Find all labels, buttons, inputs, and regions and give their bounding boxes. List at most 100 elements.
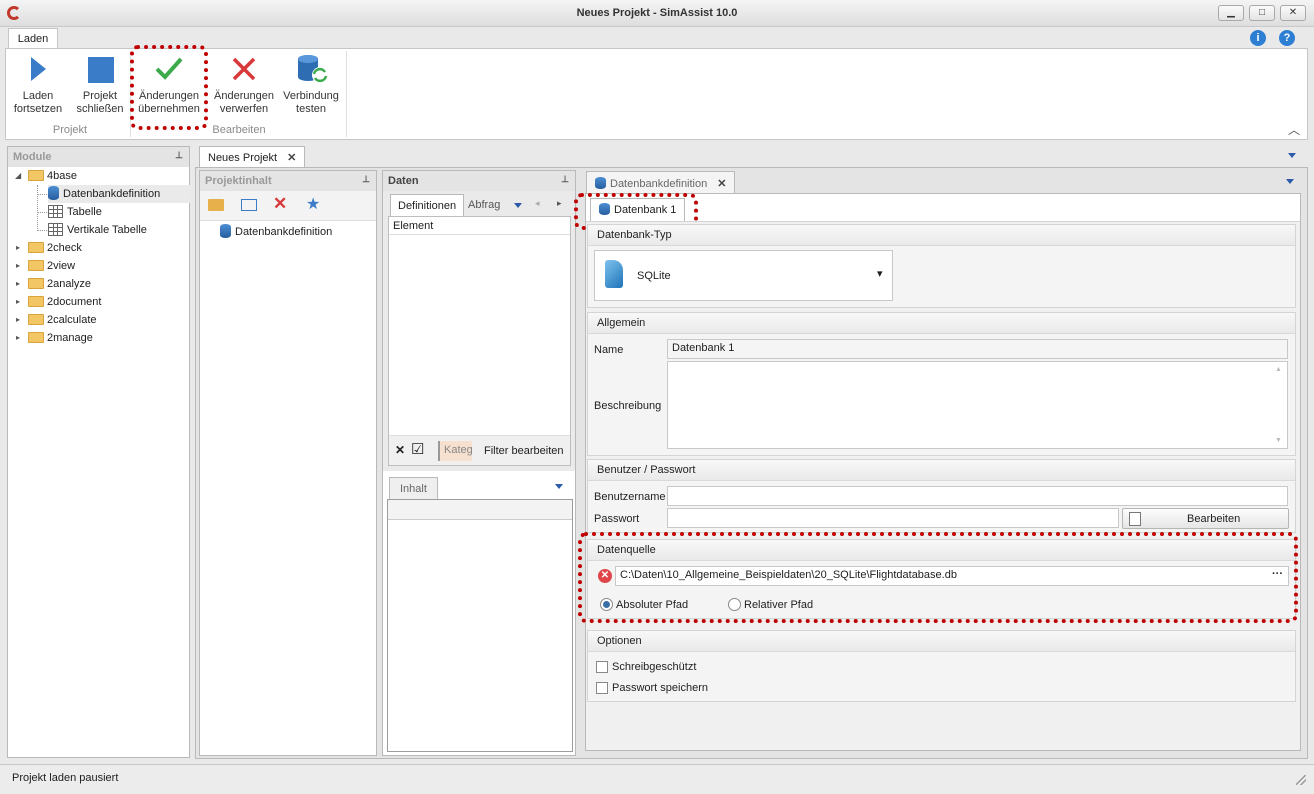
rename-icon[interactable] bbox=[241, 199, 257, 211]
projekt-schliessen-line2: schließen bbox=[76, 103, 124, 115]
inhalt-dropdown-icon[interactable] bbox=[555, 484, 563, 489]
db-type-select[interactable]: SQLite ▾ bbox=[594, 250, 893, 301]
element-grid: Element ✕ ☑ Kateg Filter bearbeiten bbox=[388, 216, 571, 466]
tab-label: Inhalt bbox=[400, 483, 427, 495]
datenquelle-path-field[interactable]: C:\Daten\10_Allgemeine_Beispieldaten\20_… bbox=[615, 566, 1289, 586]
collapse-ribbon-icon[interactable]: ︿ bbox=[1288, 121, 1300, 138]
maximize-button[interactable]: □ bbox=[1249, 5, 1275, 21]
expand-arrow-icon[interactable]: ▸ bbox=[16, 275, 20, 293]
projektinhalt-item[interactable]: Datenbankdefinition bbox=[220, 223, 332, 241]
section-optionen: Optionen Schreibgeschützt Passwort speic… bbox=[587, 630, 1296, 702]
name-field[interactable]: Datenbank 1 bbox=[667, 339, 1288, 359]
tree-label: 4base bbox=[47, 170, 77, 182]
tree-item-2manage[interactable]: ▸ 2manage bbox=[15, 329, 93, 347]
delete-icon[interactable]: ✕ bbox=[273, 194, 287, 214]
tree-item-2check[interactable]: ▸ 2check bbox=[15, 239, 82, 257]
projektinhalt-item-label: Datenbankdefinition bbox=[235, 226, 333, 238]
close-button[interactable]: ✕ bbox=[1280, 5, 1306, 21]
tab-label: Definitionen bbox=[398, 200, 457, 212]
filter-enabled-checkbox[interactable]: ☑ bbox=[411, 440, 424, 458]
bearbeiten-button[interactable]: Bearbeiten bbox=[1122, 508, 1289, 529]
status-text: Projekt laden pausiert bbox=[12, 772, 119, 784]
clear-filter-icon[interactable]: ✕ bbox=[395, 443, 405, 457]
status-bar: Projekt laden pausiert bbox=[0, 764, 1314, 794]
database-icon bbox=[595, 177, 606, 190]
module-panel: Module ⊥ ◢ 4base Datenbankdefinition Tab… bbox=[7, 146, 190, 758]
expand-arrow-icon[interactable]: ▸ bbox=[16, 293, 20, 311]
tree-item-vertikale-tabelle[interactable]: Vertikale Tabelle bbox=[48, 221, 147, 239]
tab-label: Datenbankdefinition bbox=[610, 178, 708, 190]
tree-item-datenbankdefinition[interactable]: Datenbankdefinition bbox=[48, 185, 190, 203]
table-icon bbox=[48, 204, 63, 218]
aenderungen-verwerfen-button[interactable]: Änderungen verwerfen bbox=[209, 53, 279, 116]
radio-relativer-pfad[interactable] bbox=[728, 598, 741, 611]
tree-item-2analyze[interactable]: ▸ 2analyze bbox=[15, 275, 91, 293]
daten-title: Daten ⊥ bbox=[383, 171, 575, 191]
element-column-header[interactable]: Element bbox=[389, 217, 570, 235]
doc-tab-neues-projekt[interactable]: Neues Projekt ✕ bbox=[199, 146, 306, 168]
tab-abfrag[interactable]: Abfrag bbox=[468, 199, 500, 211]
minimize-button[interactable]: ▁ bbox=[1218, 5, 1244, 21]
benutzername-field[interactable] bbox=[667, 486, 1288, 506]
kategorie-chip[interactable]: Kateg bbox=[438, 441, 472, 461]
aenderungen-uebernehmen-button[interactable]: Änderungen übernehmen bbox=[134, 53, 204, 116]
open-folder-icon[interactable] bbox=[208, 199, 224, 211]
tab-definitionen[interactable]: Definitionen bbox=[390, 194, 465, 216]
info-icon[interactable]: i bbox=[1250, 30, 1266, 46]
projekt-schliessen-button[interactable]: Projekt schließen bbox=[72, 53, 128, 116]
tree-item-2calculate[interactable]: ▸ 2calculate bbox=[15, 311, 97, 329]
tab-datenbankdefinition[interactable]: Datenbankdefinition ✕ bbox=[586, 171, 736, 194]
tab-scroll-left-icon[interactable]: ◂ bbox=[535, 198, 540, 209]
section-allgemein: Allgemein Name Datenbank 1 Beschreibung … bbox=[587, 312, 1296, 456]
expand-arrow-icon[interactable]: ▸ bbox=[16, 311, 20, 329]
database-error-icon bbox=[599, 203, 610, 216]
favorite-star-icon[interactable]: ★ bbox=[306, 194, 320, 214]
aenderungen-verwerfen-line1: Änderungen bbox=[214, 90, 274, 102]
tree-item-tabelle[interactable]: Tabelle bbox=[48, 203, 102, 221]
schreibgeschuetzt-checkbox[interactable] bbox=[596, 661, 608, 673]
group-label-bearbeiten: Bearbeiten bbox=[212, 124, 266, 136]
tree-item-2view[interactable]: ▸ 2view bbox=[15, 257, 75, 275]
tab-inhalt[interactable]: Inhalt bbox=[389, 477, 438, 499]
expand-arrow-icon[interactable]: ▸ bbox=[16, 257, 20, 275]
pin-icon[interactable]: ⊥ bbox=[561, 174, 569, 185]
close-tab-icon[interactable]: ✕ bbox=[717, 178, 726, 190]
editor-tabs-dropdown-icon[interactable] bbox=[1286, 179, 1294, 184]
help-icon[interactable]: ? bbox=[1279, 30, 1295, 46]
tree-label: Vertikale Tabelle bbox=[67, 224, 147, 236]
schreibgeschuetzt-label: Schreibgeschützt bbox=[612, 661, 697, 673]
tab-scroll-right-icon[interactable]: ▸ bbox=[557, 198, 562, 209]
radio-absoluter-pfad[interactable] bbox=[600, 598, 613, 611]
passwort-field[interactable] bbox=[667, 508, 1119, 528]
section-header: Benutzer / Passwort bbox=[588, 460, 1295, 481]
scroll-up-icon[interactable]: ▲ bbox=[1275, 366, 1282, 373]
folder-icon bbox=[28, 259, 44, 271]
vertical-table-icon bbox=[48, 222, 63, 236]
section-header: Optionen bbox=[588, 631, 1295, 652]
scroll-down-icon[interactable]: ▼ bbox=[1275, 437, 1282, 444]
tree-item-4base[interactable]: ◢ 4base bbox=[15, 167, 77, 185]
filter-edit-link[interactable]: Filter bearbeiten bbox=[484, 445, 564, 457]
expand-arrow-icon[interactable]: ▸ bbox=[16, 239, 20, 257]
laden-fortsetzen-button[interactable]: Laden fortsetzen bbox=[10, 53, 66, 116]
error-icon: ✕ bbox=[598, 569, 612, 583]
resize-grip-icon[interactable] bbox=[1296, 775, 1306, 785]
module-panel-title: Module ⊥ bbox=[8, 147, 189, 167]
passwort-speichern-checkbox[interactable] bbox=[596, 682, 608, 694]
tab-list-dropdown-icon[interactable] bbox=[1288, 153, 1296, 158]
pin-icon[interactable]: ⊥ bbox=[175, 150, 183, 161]
projektinhalt-title: Projektinhalt ⊥ bbox=[200, 171, 376, 191]
beschreibung-textarea[interactable] bbox=[667, 361, 1288, 449]
verbindung-testen-button[interactable]: Verbindung testen bbox=[279, 53, 343, 116]
expand-arrow-icon[interactable]: ▸ bbox=[16, 329, 20, 347]
browse-button[interactable]: ··· bbox=[1272, 568, 1283, 580]
close-tab-icon[interactable]: ✕ bbox=[287, 152, 296, 164]
tree-label: 2calculate bbox=[47, 314, 97, 326]
collapse-arrow-icon[interactable]: ◢ bbox=[15, 167, 21, 185]
tree-item-2document[interactable]: ▸ 2document bbox=[15, 293, 101, 311]
pin-icon[interactable]: ⊥ bbox=[362, 174, 370, 185]
tabs-dropdown-icon[interactable] bbox=[514, 203, 522, 208]
tab-laden[interactable]: Laden bbox=[8, 28, 58, 50]
edit-document-icon bbox=[1129, 512, 1141, 526]
tab-datenbank-1[interactable]: Datenbank 1 bbox=[590, 198, 686, 222]
